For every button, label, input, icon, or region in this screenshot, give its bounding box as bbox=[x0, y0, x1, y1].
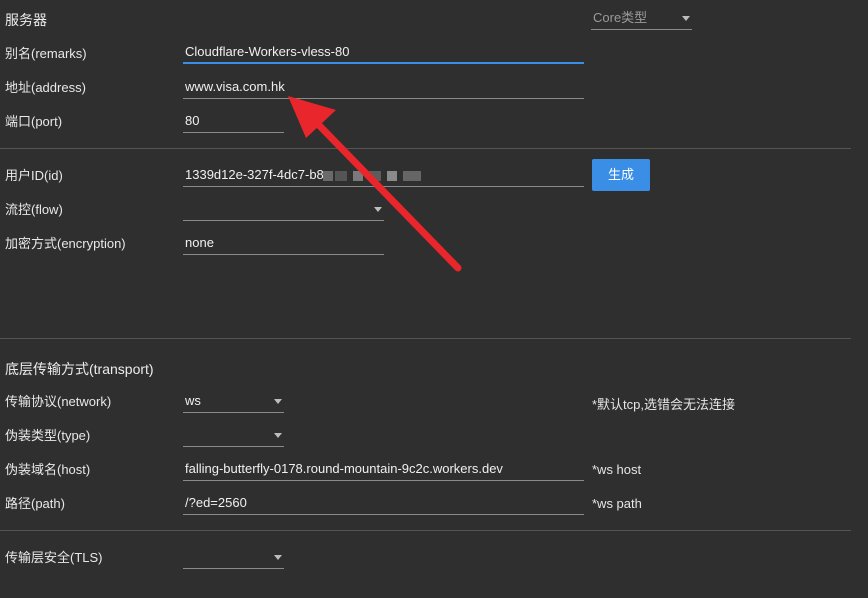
arrow-shaft bbox=[308, 114, 462, 272]
annotation-arrow-icon bbox=[288, 96, 462, 272]
